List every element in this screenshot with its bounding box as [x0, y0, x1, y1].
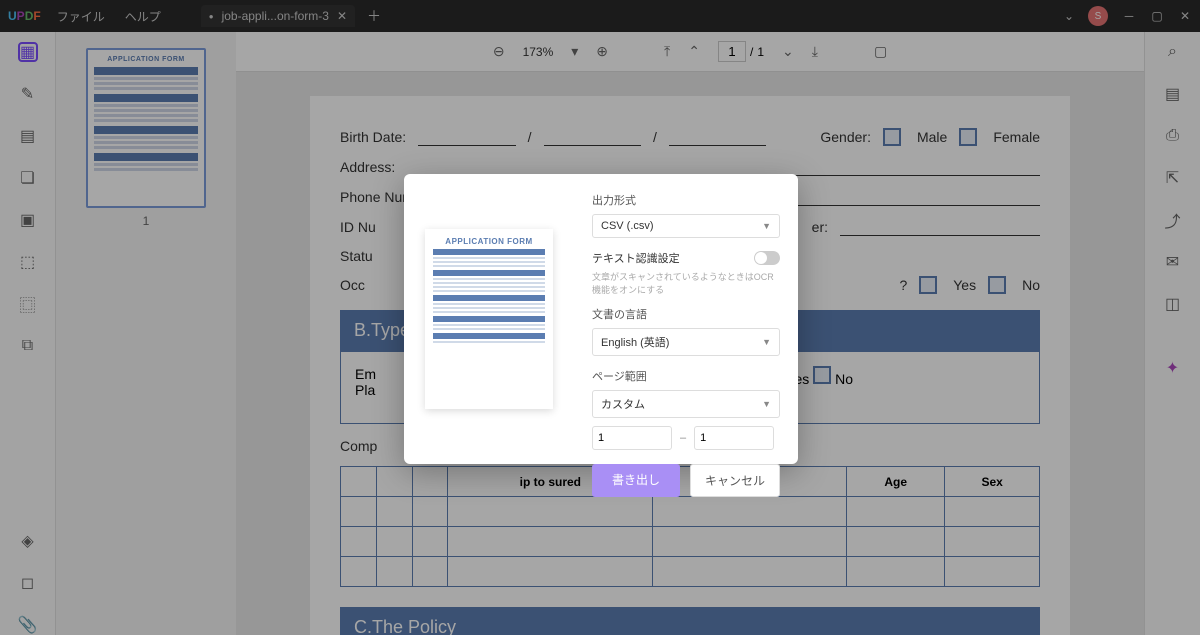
- language-label: 文書の言語: [592, 306, 780, 322]
- cancel-button[interactable]: キャンセル: [690, 464, 780, 497]
- export-preview: APPLICATION FORM: [404, 174, 574, 464]
- output-format-select[interactable]: CSV (.csv)▼: [592, 214, 780, 238]
- ocr-label: テキスト認識設定: [592, 250, 680, 266]
- chevron-down-icon: ▼: [762, 399, 771, 409]
- ocr-hint: 文章がスキャンされているようなときはOCR機能をオンにする: [592, 270, 780, 296]
- range-to-input[interactable]: [694, 426, 774, 450]
- export-modal: APPLICATION FORM 出力形式 CSV (.csv)▼ テキスト認識…: [404, 174, 798, 464]
- page-range-select[interactable]: カスタム▼: [592, 390, 780, 418]
- chevron-down-icon: ▼: [762, 337, 771, 347]
- range-from-input[interactable]: [592, 426, 672, 450]
- chevron-down-icon: ▼: [762, 221, 771, 231]
- page-range-label: ページ範囲: [592, 368, 780, 384]
- ocr-toggle[interactable]: [754, 251, 780, 265]
- output-format-label: 出力形式: [592, 192, 780, 208]
- export-button[interactable]: 書き出し: [592, 464, 680, 497]
- language-select[interactable]: English (英語)▼: [592, 328, 780, 356]
